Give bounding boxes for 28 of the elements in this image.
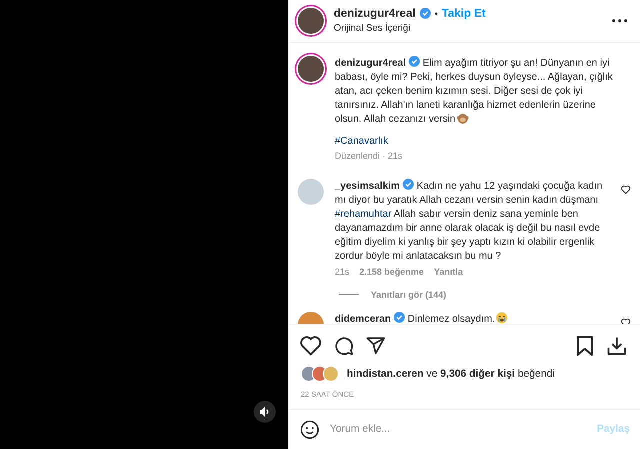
avatar[interactable] — [298, 56, 324, 82]
heart-icon[interactable] — [621, 318, 631, 324]
speaker-icon — [259, 406, 271, 418]
send-icon[interactable] — [366, 336, 386, 356]
username[interactable]: denizugur4real — [334, 8, 416, 20]
liker-avatars-drawing — [301, 366, 339, 382]
sound-button[interactable] — [254, 401, 276, 423]
caption-text: denizugur4real Elim ayağım titriyor şu an! Dünyanın en iyi babası, öyle mi? Peki, herkes duysun öyleyse... Ağlayan, çığlık atan, acı çeken benim kızımın sesi. Diğer sesi de çok iyi tanırsınız. Allah'ın laneti karanlığa hizmet edenlerin üzerine olsun. Allah cezanızı versin — [335, 56, 614, 127]
comment-icon[interactable] — [334, 336, 354, 356]
more-icon[interactable] — [612, 18, 628, 23]
comment-text: _yesimsalkim Kadın ne yahu 12 yaşındaki çocuğa kadın mı diyor bu yaratık Allah cezanı versin senin kadın düşmanı #rehamuhtar Allah sabır versin deniz sana yeminle ben dayanamazdım bir anne olarak olacak iş değil bu nasıl evde eğitim diyelim ki yanlış bir şey yaptı kızın ki olabilir ergenlik zordur böyle mi anlatacaksın bu mu ? — [335, 178, 604, 264]
likes-text: hindistan.ceren ve 9,306 diğer kişi beğendi — [347, 368, 555, 380]
emoji-icon[interactable] — [300, 420, 320, 440]
like-count[interactable]: 2.158 beğenme — [360, 266, 424, 277]
download-icon[interactable] — [606, 335, 628, 358]
view-replies-link[interactable]: Yanıtları gör (144) — [371, 290, 447, 300]
comment-time: 21s — [335, 266, 350, 277]
comment-text: didemceran Dinlemez olsaydım. — [335, 312, 615, 324]
reply-link[interactable]: Yanıtla — [434, 266, 464, 277]
bookmark-icon[interactable] — [576, 336, 594, 356]
avatar[interactable] — [298, 8, 324, 34]
heart-icon[interactable] — [300, 336, 322, 356]
follow-link[interactable]: Takip Et — [442, 8, 486, 20]
audio-label[interactable]: Orijinal Ses İçeriği — [334, 22, 602, 34]
edited-time: Düzenlendi · 21s — [335, 150, 404, 161]
separator: • — [434, 8, 438, 19]
hashtag-link[interactable]: #Canavarlık — [335, 136, 615, 147]
heart-icon[interactable] — [621, 184, 631, 195]
